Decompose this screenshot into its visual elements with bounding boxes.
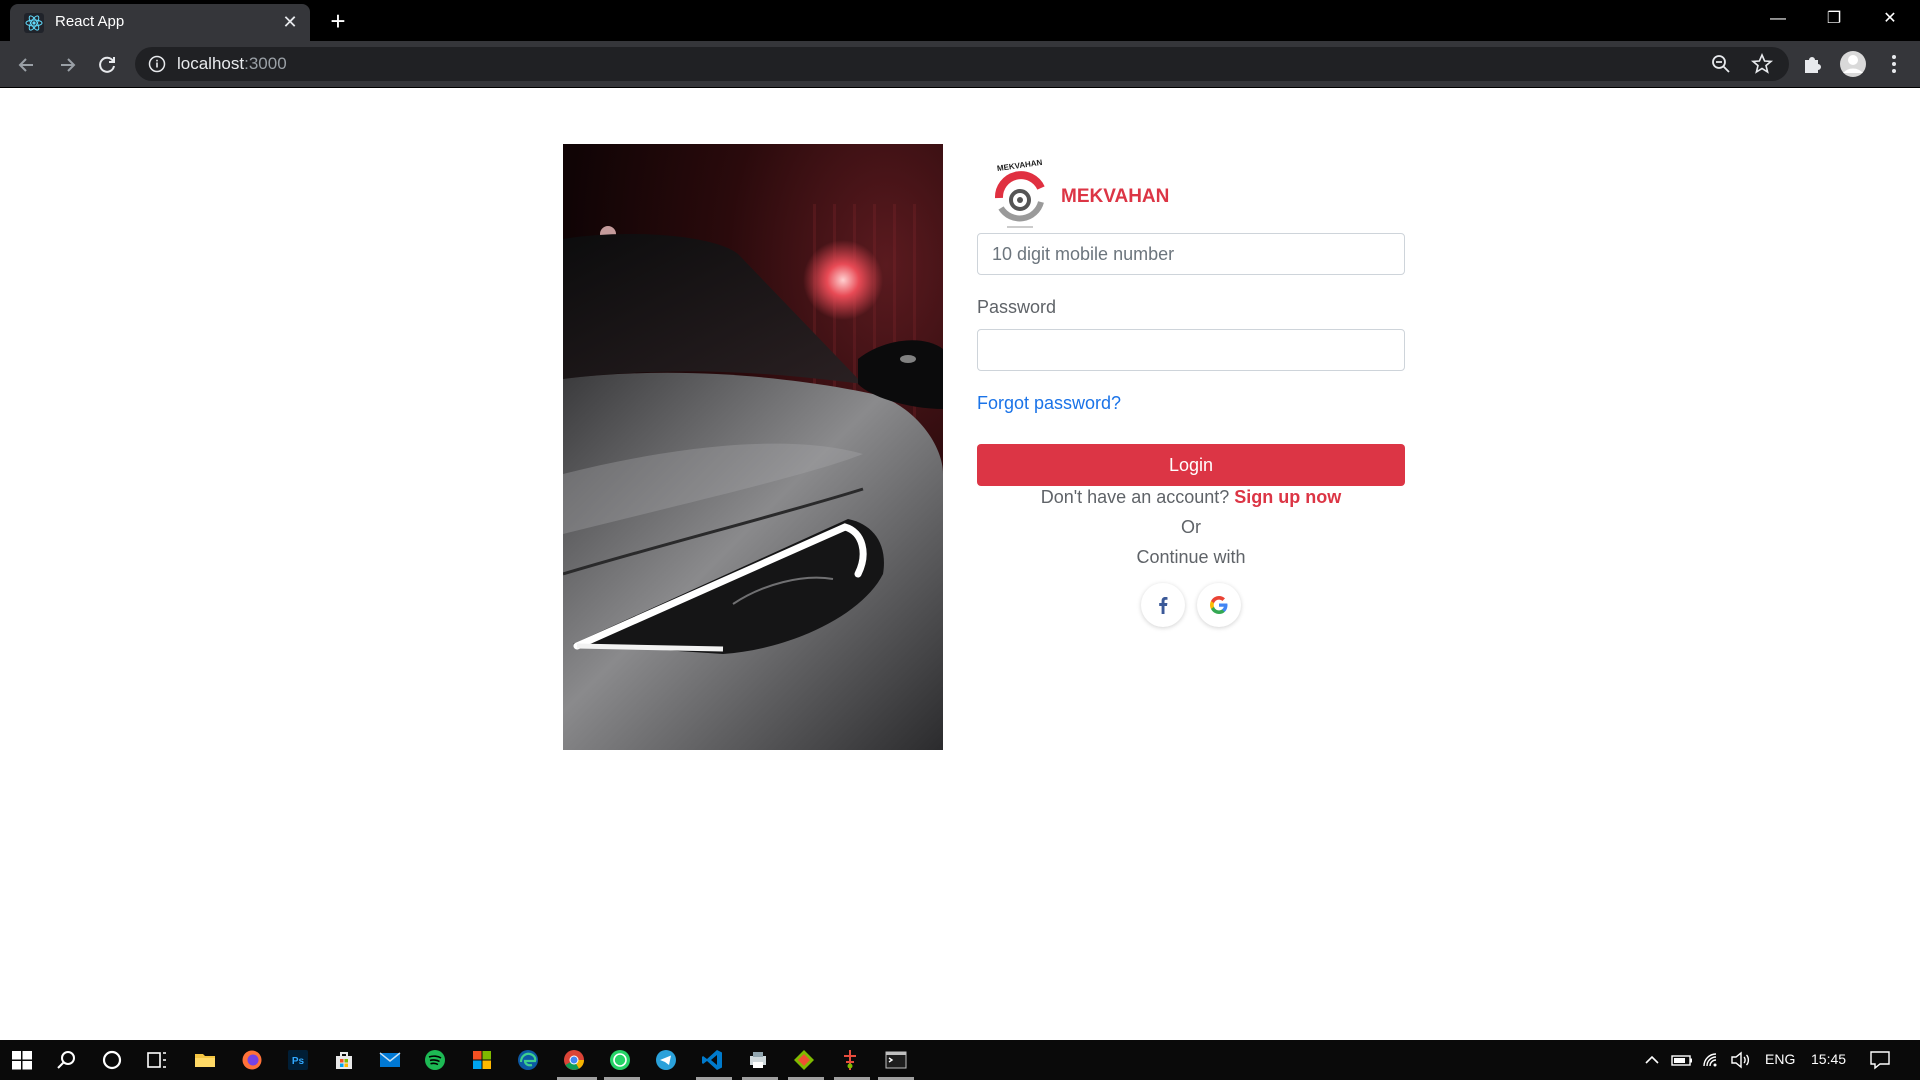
task-view-icon[interactable] xyxy=(145,1048,169,1072)
store-bag-icon[interactable] xyxy=(332,1048,356,1072)
address-bar[interactable]: localhost:3000 xyxy=(135,47,1789,81)
printer-icon[interactable] xyxy=(746,1048,770,1072)
signup-link[interactable]: Sign up now xyxy=(1234,487,1341,507)
window-close-icon[interactable]: ✕ xyxy=(1862,0,1918,40)
edge-icon[interactable] xyxy=(516,1048,540,1072)
reload-icon[interactable] xyxy=(93,51,121,79)
social-login-row xyxy=(977,583,1405,631)
tab-title: React App xyxy=(55,13,125,30)
minimize-icon[interactable]: — xyxy=(1750,0,1806,40)
forward-arrow-icon[interactable] xyxy=(53,51,81,79)
close-icon[interactable]: ✕ xyxy=(280,12,300,32)
mekvahan-logo: MEKVAHAN xyxy=(995,158,1045,228)
url-port: :3000 xyxy=(244,54,287,73)
extensions-puzzle-icon[interactable] xyxy=(1795,47,1829,81)
terminal-icon[interactable] xyxy=(884,1048,908,1072)
url-host: localhost xyxy=(177,54,245,73)
windows-taskbar: Ps ENG 15:45 xyxy=(0,1040,1920,1080)
browser-toolbar: localhost:3000 xyxy=(0,41,1920,88)
profile-avatar-icon[interactable] xyxy=(1836,47,1870,81)
search-icon[interactable] xyxy=(55,1048,79,1072)
clock-time[interactable]: 15:45 xyxy=(1811,1051,1846,1067)
back-arrow-icon[interactable] xyxy=(13,51,41,79)
firefox-icon[interactable] xyxy=(240,1048,264,1072)
restore-icon[interactable]: ❐ xyxy=(1806,0,1862,40)
photoshop-icon[interactable]: Ps xyxy=(286,1048,310,1072)
browser-tab[interactable]: React App ✕ xyxy=(10,4,310,41)
facebook-login-button[interactable] xyxy=(1141,583,1185,627)
git-diamond-icon[interactable] xyxy=(792,1048,816,1072)
no-account-text: Don't have an account? xyxy=(1040,487,1230,507)
login-button[interactable]: Login xyxy=(977,444,1405,486)
file-explorer-icon[interactable] xyxy=(193,1048,217,1072)
telegram-icon[interactable] xyxy=(654,1048,678,1072)
car-hero-image xyxy=(563,144,943,750)
site-info-icon[interactable] xyxy=(148,55,166,73)
whatsapp-icon[interactable] xyxy=(608,1048,632,1072)
new-tab-plus-icon[interactable]: + xyxy=(324,8,352,36)
car-illustration xyxy=(563,204,943,750)
continue-with-text: Continue with xyxy=(1136,547,1246,567)
mail-icon[interactable] xyxy=(378,1048,402,1072)
chrome-icon[interactable] xyxy=(562,1048,586,1072)
git-bash-icon[interactable] xyxy=(838,1048,862,1072)
spotify-icon[interactable] xyxy=(423,1048,447,1072)
more-menu-icon[interactable] xyxy=(1877,47,1911,81)
google-icon xyxy=(1210,596,1228,614)
browser-tab-strip: React App ✕ + — ❐ ✕ xyxy=(0,0,1920,41)
password-label: Password xyxy=(977,297,1057,317)
volume-icon[interactable] xyxy=(1728,1048,1752,1072)
cortana-circle-icon[interactable] xyxy=(100,1048,124,1072)
password-input[interactable] xyxy=(977,329,1405,371)
mobile-number-input[interactable] xyxy=(977,233,1405,275)
language-indicator[interactable]: ENG xyxy=(1765,1051,1795,1067)
svg-text:Ps: Ps xyxy=(292,1056,305,1067)
wifi-icon[interactable] xyxy=(1700,1048,1724,1072)
brand-name: MEKVAHAN xyxy=(1061,186,1170,207)
windows-start-icon[interactable] xyxy=(10,1048,34,1072)
battery-icon[interactable] xyxy=(1670,1048,1694,1072)
url-text: localhost:3000 xyxy=(177,54,287,74)
tray-chevron-up-icon[interactable] xyxy=(1640,1048,1664,1072)
app-grid-icon[interactable] xyxy=(470,1048,494,1072)
bookmark-star-icon[interactable] xyxy=(1745,47,1779,81)
notification-center-icon[interactable] xyxy=(1868,1048,1892,1072)
facebook-icon xyxy=(1159,597,1168,614)
logo-text: MEKVAHAN xyxy=(996,158,1043,173)
zoom-icon[interactable] xyxy=(1704,47,1738,81)
react-icon xyxy=(24,13,44,33)
vscode-icon[interactable] xyxy=(700,1048,724,1072)
google-login-button[interactable] xyxy=(1197,583,1241,627)
signup-prompt: Don't have an account? Sign up now xyxy=(977,487,1405,508)
forgot-password-link[interactable]: Forgot password? xyxy=(977,393,1121,414)
or-text: Or xyxy=(1181,517,1201,537)
